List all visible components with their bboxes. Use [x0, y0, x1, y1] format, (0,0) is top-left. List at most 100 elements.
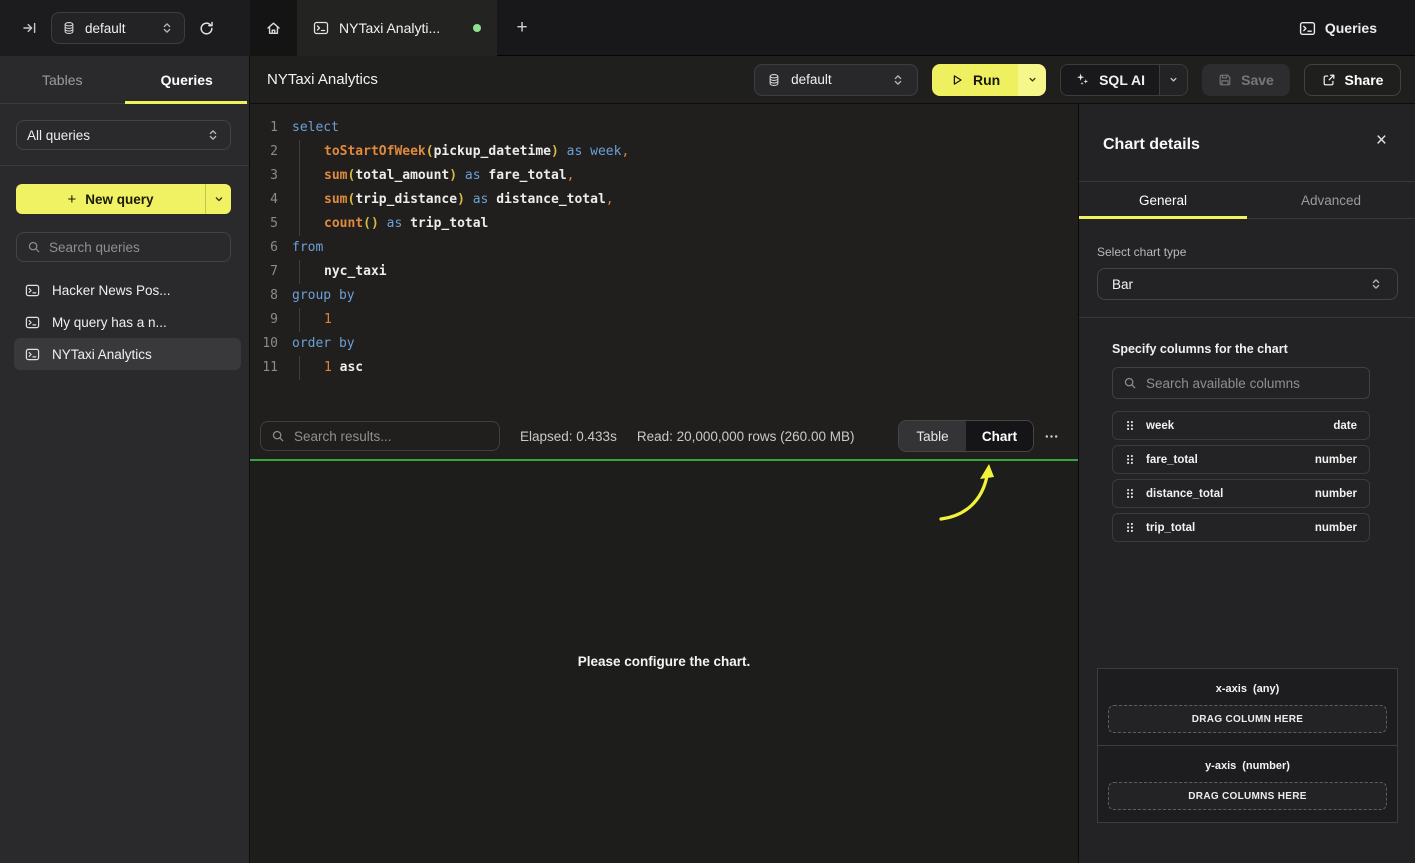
results-search[interactable]: [260, 421, 500, 451]
sidebar-search[interactable]: [16, 232, 231, 262]
run-label: Run: [973, 72, 1000, 88]
sql-line: 3sum(total_amount) as fare_total,: [250, 164, 1078, 188]
database-icon: [62, 21, 76, 35]
panel-divider: [1079, 317, 1415, 318]
results-toolbar: Elapsed: 0.433s Read: 20,000,000 rows (2…: [250, 413, 1078, 461]
sidebar-tab-tables[interactable]: Tables: [0, 56, 125, 103]
x-axis-config: x-axis(any) DRAG COLUMN HERE: [1098, 669, 1397, 745]
y-axis-config: y-axis(number) DRAG COLUMNS HERE: [1098, 745, 1397, 822]
panel-tabs: General Advanced: [1079, 181, 1415, 219]
play-icon: [950, 73, 964, 87]
chevron-down-icon: [1027, 74, 1038, 85]
header-database-selector[interactable]: default: [754, 64, 918, 96]
query-list-item[interactable]: My query has a n...: [14, 306, 241, 338]
line-number: 6: [250, 236, 278, 260]
chart-type-value: Bar: [1112, 277, 1369, 292]
view-toggle-chart[interactable]: Chart: [966, 421, 1033, 451]
sql-line: 111 asc: [250, 356, 1078, 380]
column-name: trip_total: [1146, 522, 1195, 534]
tab-general[interactable]: General: [1079, 182, 1247, 218]
new-query-dropdown[interactable]: [205, 184, 231, 214]
column-type: date: [1333, 420, 1357, 432]
home-tab[interactable]: [250, 0, 297, 56]
chart-type-select[interactable]: Bar: [1097, 268, 1398, 300]
new-query-button[interactable]: + New query: [16, 184, 231, 214]
line-number: 11: [250, 356, 278, 380]
drag-handle-icon: [1125, 419, 1135, 432]
topbar-database-selector[interactable]: default: [51, 12, 185, 44]
y-axis-drop-zone[interactable]: DRAG COLUMNS HERE: [1108, 782, 1387, 810]
header-actions: default Run SQL AI: [754, 64, 1415, 96]
top-bar: default NYTaxi Analyti... + Queries: [0, 0, 1415, 56]
save-icon: [1218, 73, 1232, 87]
database-icon: [767, 73, 781, 87]
tab-title: NYTaxi Analyti...: [339, 20, 463, 36]
sql-ai-label: SQL AI: [1099, 72, 1145, 88]
collapse-sidebar-button[interactable]: [22, 20, 38, 36]
view-toggle: TableChart: [898, 420, 1034, 452]
axis-config-block: x-axis(any) DRAG COLUMN HERE y-axis(number…: [1097, 668, 1398, 823]
sql-ai-button[interactable]: SQL AI: [1061, 65, 1159, 95]
sparkles-icon: [1075, 72, 1090, 87]
save-button[interactable]: Save: [1202, 64, 1290, 96]
chevron-down-icon: [1168, 74, 1179, 85]
refresh-button[interactable]: [198, 20, 215, 37]
line-number: 3: [250, 164, 278, 188]
query-filter-select[interactable]: All queries: [16, 120, 231, 150]
draggable-column-week[interactable]: weekdate: [1112, 411, 1370, 440]
sql-line: 7nyc_taxi: [250, 260, 1078, 284]
sql-editor[interactable]: 1select2toStartOfWeek(pickup_datetime) a…: [250, 104, 1078, 413]
sql-console-app: default NYTaxi Analyti... + Queries Tabl…: [0, 0, 1415, 863]
search-icon: [271, 429, 285, 443]
query-tab-nytaxi[interactable]: NYTaxi Analyti...: [297, 0, 497, 56]
share-icon: [1322, 73, 1336, 87]
draggable-column-fare_total[interactable]: fare_total number: [1112, 445, 1370, 474]
draggable-column-distance_total[interactable]: distance_totalnumber: [1112, 479, 1370, 508]
tab-advanced[interactable]: Advanced: [1247, 182, 1415, 218]
new-query-main[interactable]: + New query: [16, 184, 205, 214]
search-icon: [1123, 376, 1137, 390]
line-number: 4: [250, 188, 278, 212]
sidebar-search-input[interactable]: [49, 240, 220, 255]
results-search-input[interactable]: [294, 429, 489, 444]
new-tab-button[interactable]: +: [508, 0, 536, 56]
terminal-icon: [313, 20, 329, 36]
sql-line: 5count() as trip_total: [250, 212, 1078, 236]
share-button[interactable]: Share: [1304, 64, 1401, 96]
x-axis-drop-zone[interactable]: DRAG COLUMN HERE: [1108, 705, 1387, 733]
sidebar-tab-queries[interactable]: Queries: [125, 56, 250, 103]
query-list-item[interactable]: Hacker News Pos...: [14, 274, 241, 306]
column-name: fare_total: [1146, 454, 1198, 466]
sql-line: 8group by: [250, 284, 1078, 308]
sql-line: 6from: [250, 236, 1078, 260]
query-item-label: NYTaxi Analytics: [52, 347, 152, 362]
run-options-dropdown[interactable]: [1018, 64, 1046, 96]
line-number: 7: [250, 260, 278, 284]
y-axis-label: y-axis(number): [1108, 760, 1387, 772]
elapsed-stat: Elapsed: 0.433s: [520, 429, 617, 444]
column-name: distance_total: [1146, 488, 1223, 500]
columns-search[interactable]: [1112, 367, 1370, 399]
query-list-item[interactable]: NYTaxi Analytics: [14, 338, 241, 370]
view-toggle-table[interactable]: Table: [899, 421, 966, 451]
drag-handle-icon: [1125, 453, 1135, 466]
chart-area: Please configure the chart.: [250, 463, 1078, 863]
draggable-column-trip_total[interactable]: trip_total number: [1112, 513, 1370, 542]
terminal-icon: [25, 315, 40, 330]
column-type: number: [1315, 454, 1357, 466]
columns-section-label: Specify columns for the chart: [1112, 342, 1370, 356]
close-icon[interactable]: ×: [1376, 131, 1387, 150]
queries-button[interactable]: Queries: [1299, 0, 1377, 56]
line-number: 10: [250, 332, 278, 356]
sql-ai-dropdown[interactable]: [1159, 65, 1187, 95]
unsaved-changes-dot: [473, 24, 481, 32]
topbar-database-value: default: [85, 21, 151, 36]
sql-editor-lines: 1select2toStartOfWeek(pickup_datetime) a…: [250, 116, 1078, 380]
more-options-button[interactable]: [1034, 420, 1068, 452]
column-type: number: [1315, 522, 1357, 534]
terminal-icon: [25, 283, 40, 298]
columns-search-input[interactable]: [1146, 376, 1359, 391]
run-button[interactable]: Run: [932, 64, 1018, 96]
x-axis-label: x-axis(any): [1108, 683, 1387, 695]
share-label: Share: [1345, 72, 1384, 88]
